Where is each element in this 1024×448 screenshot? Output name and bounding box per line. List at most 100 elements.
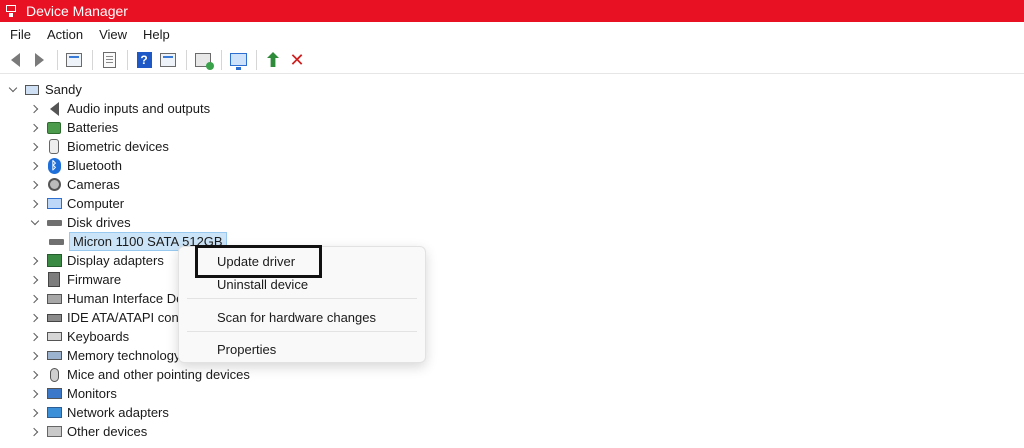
tree-root-label: Sandy — [45, 82, 82, 97]
tree-item-label: Human Interface De — [67, 291, 184, 306]
tree-item-label: Firmware — [67, 272, 122, 287]
back-button[interactable] — [4, 49, 26, 71]
menu-help[interactable]: Help — [135, 27, 178, 42]
uninstall-icon: ✕ — [289, 49, 305, 70]
menu-view[interactable]: View — [91, 27, 135, 42]
tree-item-audio[interactable]: Audio inputs and outputs — [28, 99, 210, 118]
chevron-right-icon[interactable] — [28, 175, 42, 194]
tree-item-mice[interactable]: Mice and other pointing devices — [28, 365, 250, 384]
chevron-right-icon[interactable] — [28, 99, 42, 118]
biometric-icon — [46, 139, 62, 155]
tree-item-display-adapters[interactable]: Display adapters — [28, 251, 164, 270]
chevron-right-icon[interactable] — [28, 251, 42, 270]
help-icon: ? — [136, 51, 152, 68]
tree-item-network[interactable]: Network adapters — [28, 403, 169, 422]
tree-item-monitors[interactable]: Monitors — [28, 384, 117, 403]
show-action-pane-button[interactable] — [157, 49, 179, 71]
back-icon — [10, 52, 20, 67]
tree-item-keyboards[interactable]: Keyboards — [28, 327, 129, 346]
action-pane-icon — [160, 52, 176, 67]
toolbar-separator — [127, 49, 128, 70]
tree-item-label: Monitors — [67, 386, 117, 401]
toolbar-separator — [57, 49, 58, 70]
chevron-down-icon[interactable] — [28, 213, 42, 232]
chevron-down-icon[interactable] — [6, 80, 20, 99]
tree-item-computer[interactable]: Computer — [28, 194, 124, 213]
help-button[interactable]: ? — [133, 49, 155, 71]
menu-action[interactable]: Action — [39, 27, 91, 42]
chevron-right-icon[interactable] — [28, 270, 42, 289]
properties-button[interactable] — [98, 49, 120, 71]
chevron-right-icon[interactable] — [28, 156, 42, 175]
chevron-right-icon[interactable] — [28, 384, 42, 403]
computer-icon — [24, 82, 40, 98]
chevron-right-icon[interactable] — [28, 422, 42, 441]
firmware-icon — [46, 272, 62, 288]
tree-item-label: Network adapters — [67, 405, 169, 420]
network-adapter-icon — [46, 405, 62, 421]
chevron-right-icon[interactable] — [28, 137, 42, 156]
scan-hardware-icon — [195, 52, 214, 70]
tree-item-disk-drives[interactable]: Disk drives — [28, 213, 131, 232]
hid-icon — [46, 291, 62, 307]
battery-icon — [46, 120, 62, 136]
chevron-right-icon[interactable] — [28, 289, 42, 308]
mouse-icon — [46, 367, 62, 383]
scan-hardware-button[interactable] — [192, 49, 214, 71]
chevron-right-icon[interactable] — [28, 308, 42, 327]
tree-item-other[interactable]: Other devices — [28, 422, 147, 441]
tree-item-hid[interactable]: Human Interface De — [28, 289, 183, 308]
camera-icon — [46, 177, 62, 193]
device-tree: Sandy Audio inputs and outputs Batteries… — [0, 80, 1024, 448]
toolbar: ? ✕ — [0, 46, 1024, 74]
tree-item-biometric[interactable]: Biometric devices — [28, 137, 169, 156]
tree-item-firmware[interactable]: Firmware — [28, 270, 121, 289]
menu-scan-hardware[interactable]: Scan for hardware changes — [217, 310, 376, 325]
tree-item-label: Keyboards — [67, 329, 130, 344]
uninstall-button[interactable]: ✕ — [286, 49, 308, 71]
menu-uninstall-device[interactable]: Uninstall device — [217, 277, 308, 292]
monitor-icon — [229, 53, 247, 70]
window-title: Device Manager — [26, 3, 128, 19]
memory-icon — [46, 348, 62, 364]
tree-item-ide[interactable]: IDE ATA/ATAPI contro — [28, 308, 194, 327]
chevron-right-icon[interactable] — [28, 403, 42, 422]
disk-drive-icon — [48, 234, 64, 250]
display-button[interactable] — [227, 49, 249, 71]
bluetooth-icon: ᛒ — [46, 157, 62, 174]
tree-item-label: Cameras — [67, 177, 120, 192]
tree-item-batteries[interactable]: Batteries — [28, 118, 118, 137]
menu-file[interactable]: File — [0, 27, 39, 42]
toolbar-separator — [92, 49, 93, 70]
context-menu-separator — [187, 331, 417, 332]
chevron-right-icon[interactable] — [28, 118, 42, 137]
forward-icon — [34, 52, 44, 67]
chevron-right-icon[interactable] — [28, 327, 42, 346]
properties-pane-icon — [66, 52, 82, 67]
computer-icon — [46, 196, 62, 212]
tree-root[interactable]: Sandy — [6, 80, 82, 99]
title-bar: Device Manager — [0, 0, 1024, 22]
tree-item-label: IDE ATA/ATAPI contro — [67, 310, 194, 325]
tree-item-label: Biometric devices — [67, 139, 169, 154]
chevron-right-icon[interactable] — [28, 346, 42, 365]
ide-controller-icon — [46, 310, 62, 326]
speaker-icon — [46, 101, 62, 117]
forward-button[interactable] — [28, 49, 50, 71]
show-hide-console-tree-button[interactable] — [63, 49, 85, 71]
update-driver-button[interactable] — [262, 49, 284, 71]
tree-item-label: Display adapters — [67, 253, 164, 268]
tree-item-label: Batteries — [67, 120, 119, 135]
toolbar-separator — [256, 49, 257, 70]
chevron-right-icon[interactable] — [28, 365, 42, 384]
tree-item-memory[interactable]: Memory technology — [28, 346, 180, 365]
other-devices-icon — [46, 424, 62, 440]
update-driver-icon — [267, 52, 279, 67]
device-manager-icon — [4, 4, 20, 18]
menu-properties[interactable]: Properties — [217, 342, 276, 357]
chevron-right-icon[interactable] — [28, 194, 42, 213]
tree-item-cameras[interactable]: Cameras — [28, 175, 120, 194]
tree-item-bluetooth[interactable]: ᛒ Bluetooth — [28, 156, 122, 175]
disk-drive-icon — [46, 215, 62, 231]
tree-item-label: Bluetooth — [67, 158, 122, 173]
